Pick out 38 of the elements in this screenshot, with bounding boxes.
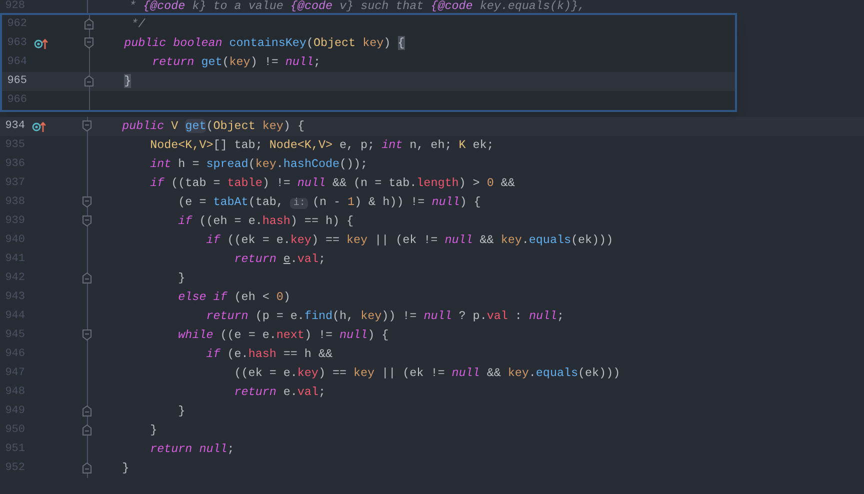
code-line: if ((ek = e.key) == key || (ek != null && key.equals(ek))) bbox=[205, 232, 614, 249]
circle-up-arrow-icon[interactable] bbox=[34, 38, 48, 50]
code-line: } bbox=[177, 270, 186, 287]
line-number: 965 bbox=[7, 75, 27, 88]
fold-icon[interactable] bbox=[82, 215, 92, 227]
code-line: return get(key) != null; bbox=[151, 54, 320, 71]
code-line: if (e.hash == h && bbox=[205, 346, 332, 363]
fold-icon[interactable] bbox=[82, 424, 92, 436]
code-line: * {@code k} to a value {@code v} such that {@code key.equals(k)}, bbox=[128, 0, 586, 13]
circle-up-arrow-icon[interactable] bbox=[32, 120, 46, 132]
code-line: else if (eh < 0) bbox=[177, 288, 290, 306]
line-number: 934 bbox=[5, 120, 25, 132]
fold-icon[interactable] bbox=[84, 75, 94, 87]
code-line: int h = spread(key.hashCode()); bbox=[149, 156, 368, 173]
fold-icon[interactable] bbox=[82, 272, 92, 284]
code-line: public V get(Object key) { bbox=[121, 118, 304, 135]
code-line: if ((tab = table) != null && (n = tab.length) > 0 && bbox=[149, 174, 515, 192]
code-line: (e = tabAt(tab, i: (n - 1) & h)) != null) { bbox=[177, 194, 481, 211]
code-line: if ((eh = e.hash) == h) { bbox=[177, 212, 354, 230]
code-line: return (p = e.find(h, key)) != null ? p.val : null; bbox=[205, 308, 564, 325]
code-line: ((ek = e.key) == key || (ek != null && key.equals(ek))) bbox=[233, 364, 620, 382]
fold-icon[interactable] bbox=[82, 405, 92, 417]
code-line: } bbox=[149, 422, 158, 439]
code-line: } bbox=[121, 460, 130, 477]
code-line: return e.val; bbox=[233, 384, 326, 401]
code-line: } bbox=[177, 402, 186, 420]
fold-icon[interactable] bbox=[84, 37, 94, 49]
code-line: while ((e = e.next) != null) { bbox=[177, 326, 389, 344]
fold-icon[interactable] bbox=[82, 196, 92, 208]
code-line: public boolean containsKey(Object key) { bbox=[123, 34, 405, 52]
code-line: return e.val; bbox=[233, 250, 326, 268]
fold-icon[interactable] bbox=[82, 120, 92, 132]
code-line: Node<K,V>[] tab; Node<K,V> e, p; int n, eh; K ek; bbox=[149, 136, 494, 154]
code-line: */ bbox=[130, 16, 146, 33]
fold-icon[interactable] bbox=[84, 18, 94, 30]
fold-icon[interactable] bbox=[82, 462, 92, 474]
code-line: return null; bbox=[149, 440, 234, 458]
fold-icon[interactable] bbox=[82, 329, 92, 341]
